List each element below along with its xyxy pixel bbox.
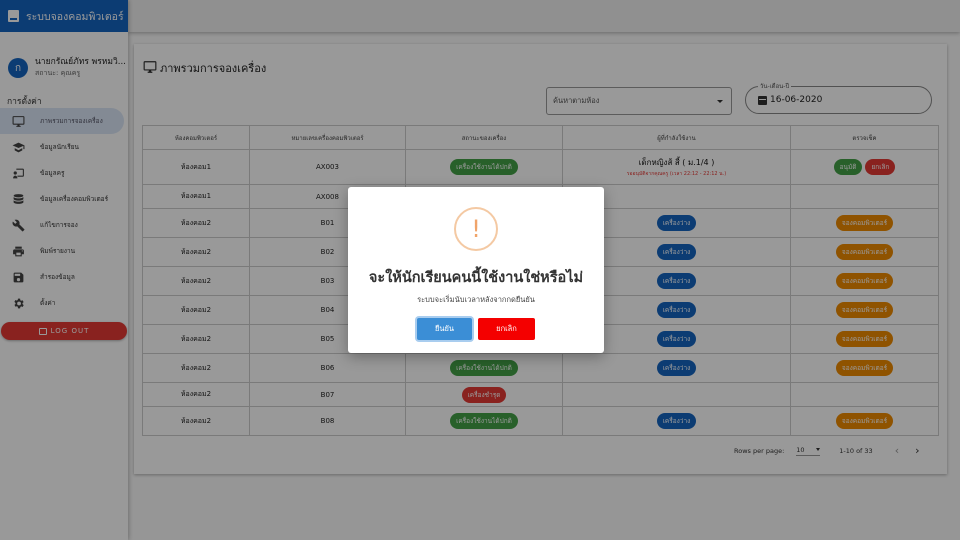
dialog-message: ระบบจะเริ่มนับเวลาหลังจากกดยืนยัน bbox=[417, 295, 535, 304]
cancel-button[interactable]: ยกเลิก bbox=[478, 318, 535, 340]
confirm-dialog: ! จะให้นักเรียนคนนี้ใช้งานใช่หรือไม่ ระบ… bbox=[348, 187, 604, 353]
warning-icon: ! bbox=[454, 207, 498, 251]
confirm-button[interactable]: ยืนยัน bbox=[417, 318, 472, 340]
dialog-title: จะให้นักเรียนคนนี้ใช้งานใช่หรือไม่ bbox=[368, 270, 584, 286]
